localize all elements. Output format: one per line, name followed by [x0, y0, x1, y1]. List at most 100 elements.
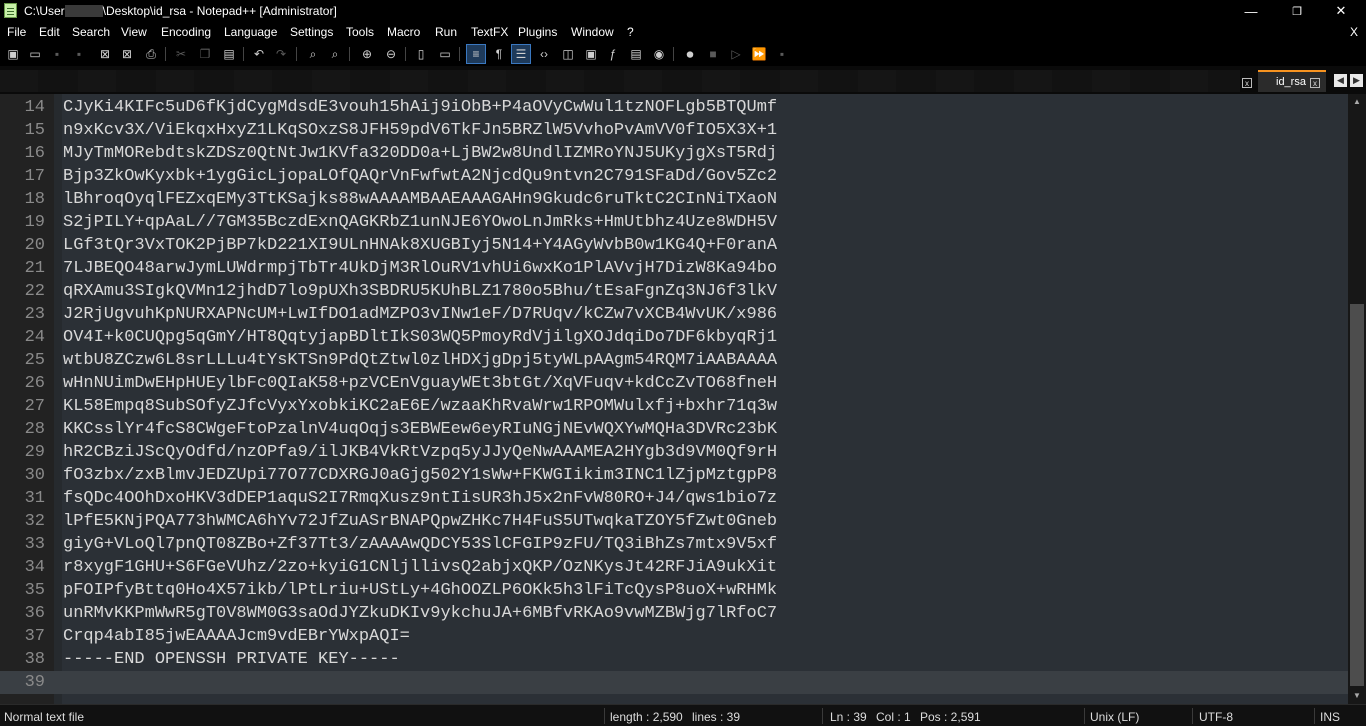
menu-search[interactable]: Search	[72, 25, 110, 39]
close-file-icon[interactable]: ⊠	[96, 45, 114, 63]
save-icon[interactable]: ▪	[48, 45, 66, 63]
undo-icon[interactable]: ↶	[250, 45, 268, 63]
editor-line[interactable]: 33 giyG+VLoQl7pnQT08ZBo+Zf37Tt3/zAAAAwQDC…	[0, 533, 1348, 556]
line-number: 23	[24, 305, 45, 324]
language-icon[interactable]: ‹›	[535, 45, 553, 63]
menu-tools[interactable]: Tools	[346, 25, 374, 39]
menu-macro[interactable]: Macro	[387, 25, 420, 39]
editor-line[interactable]: 19 S2jPILY+qpAaL//7GM35BczdExnQAGKRbZ1unN…	[0, 211, 1348, 234]
paste-icon[interactable]: ▤	[220, 45, 238, 63]
function-list-icon[interactable]: ƒ	[604, 45, 622, 63]
editor-area[interactable]: 14 CJyKi4KIFc5uD6fKjdCygMdsdE3vouh15hAij9…	[0, 94, 1348, 704]
open-file-icon[interactable]: ▭	[26, 45, 44, 63]
editor-line[interactable]: 15 n9xKcv3X/ViEkqxHxyZ1LKqSOxzS8JFH59pdV6…	[0, 119, 1348, 142]
tab-scroll-left-icon[interactable]: ◀	[1334, 74, 1347, 87]
monitoring-icon[interactable]: ◉	[650, 45, 668, 63]
editor-line[interactable]: 39	[0, 671, 1348, 694]
editor-line[interactable]: 30 fO3zbx/zxBlmvJEDZUpi77O77CDXRGJ0aGjg50…	[0, 464, 1348, 487]
word-wrap-icon[interactable]: ≡	[466, 44, 486, 64]
menu-view[interactable]: View	[121, 25, 147, 39]
redacted-username	[64, 5, 103, 17]
stop-record-icon[interactable]: ■	[704, 45, 722, 63]
tab-close-icon[interactable]: x	[1310, 78, 1320, 88]
play-macro-icon[interactable]: ▷	[727, 45, 745, 63]
run-macro-multiple-icon[interactable]: ⏩	[750, 45, 768, 63]
copy-icon[interactable]: ❐	[196, 45, 214, 63]
close-all-icon[interactable]: ⊠	[118, 45, 136, 63]
tab-scroll-right-icon[interactable]: ▶	[1350, 74, 1363, 87]
editor-line[interactable]: 16 MJyTmMORebdtskZDSz0QtNtJw1KVfa320DD0a+…	[0, 142, 1348, 165]
scroll-up-icon[interactable]: ▲	[1348, 94, 1366, 110]
menu-encoding[interactable]: Encoding	[161, 25, 211, 39]
document-list-icon[interactable]: ▣	[582, 45, 600, 63]
replace-icon[interactable]: ⌕	[326, 45, 344, 63]
editor-line[interactable]: 31 fsQDc4OOhDxoHKV3dDEP1aquS2I7RmqXusz9nt…	[0, 487, 1348, 510]
scrollbar-thumb[interactable]	[1350, 304, 1364, 686]
editor-line[interactable]: 17 Bjp3ZkOwKyxbk+1ygGicLjopaLOfQAQrVnFwfw…	[0, 165, 1348, 188]
folder-as-workspace-icon[interactable]: ▤	[627, 45, 645, 63]
maximize-button[interactable]: ❐	[1274, 0, 1320, 22]
editor-line[interactable]: 29 hR2CBziJScQyOdfd/nzOPfa9/ilJKB4VkRtVzp…	[0, 441, 1348, 464]
toolbar-separator	[243, 47, 244, 61]
zoom-out-icon[interactable]: ⊖	[382, 45, 400, 63]
close-tab-icon[interactable]: x	[1242, 78, 1252, 88]
menu-textfx[interactable]: TextFX	[471, 25, 508, 39]
line-number: 37	[24, 627, 45, 646]
menu-settings[interactable]: Settings	[290, 25, 333, 39]
menu-run[interactable]: Run	[435, 25, 457, 39]
vertical-scrollbar[interactable]: ▲ ▼	[1348, 94, 1366, 704]
line-number: 27	[24, 397, 45, 416]
sync-vertical-icon[interactable]: ▯	[412, 45, 430, 63]
editor-line[interactable]: 18 lBhroqOyqlFEZxqEMy3TtKSajks88wAAAAMBAA…	[0, 188, 1348, 211]
status-mode: INS	[1320, 710, 1341, 724]
editor-line[interactable]: 21 7LJBEQO48arwJymLUWdrmpjTbTr4UkDjM3RlOu…	[0, 257, 1348, 280]
toolbar-separator	[673, 47, 674, 61]
line-number: 19	[24, 213, 45, 232]
tab-id-rsa[interactable]: id_rsa x	[1258, 70, 1326, 92]
document-map-icon[interactable]: ◫	[559, 45, 577, 63]
line-text: OV4I+k0CUQpg5qGmY/HT8QqtyjapBDltIkS03WQ5…	[63, 328, 778, 347]
cut-icon[interactable]: ✂	[172, 45, 190, 63]
editor-line[interactable]: 24 OV4I+k0CUQpg5qGmY/HT8QqtyjapBDltIkS03W…	[0, 326, 1348, 349]
redo-icon[interactable]: ↷	[272, 45, 290, 63]
print-icon[interactable]: ⎙	[142, 45, 160, 63]
editor-line[interactable]: 35 pFOIPfyBttq0Ho4X57ikb/lPtLriu+UStLy+4G…	[0, 579, 1348, 602]
editor-line[interactable]: 22 qRXAmu3SIgkQVMn12jhdD7lo9pUXh3SBDRU5KU…	[0, 280, 1348, 303]
line-number: 17	[24, 167, 45, 186]
sync-horizontal-icon[interactable]: ▭	[436, 45, 454, 63]
menu-plugins[interactable]: Plugins	[518, 25, 557, 39]
menu-window[interactable]: Window	[571, 25, 614, 39]
line-number: 31	[24, 489, 45, 508]
indent-guide-icon[interactable]: ☰	[511, 44, 531, 64]
menu-help[interactable]: ?	[627, 25, 634, 39]
editor-line[interactable]: 34 r8xygF1GHU+S6FGeVUhz/2zo+kyiG1CNljlliv…	[0, 556, 1348, 579]
editor-line[interactable]: 28 KKCsslYr4fcS8CWgeFtoPzalnV4uqOqjs3EBWE…	[0, 418, 1348, 441]
show-all-chars-icon[interactable]: ¶	[490, 45, 508, 63]
editor-line[interactable]: 25 wtbU8ZCzw6L8srLLLu4tYsKTSn9PdQtZtwl0zl…	[0, 349, 1348, 372]
editor-line[interactable]: 26 wHnNUimDwEHpHUEylbFc0QIaK58+pzVCEnVgua…	[0, 372, 1348, 395]
toolbar-separator	[405, 47, 406, 61]
save-macro-icon[interactable]: ▪	[773, 45, 791, 63]
editor-line[interactable]: 27 KL58Empq8SubSOfyZJfcVyxYxobkiKC2aE6E/w…	[0, 395, 1348, 418]
find-icon[interactable]: ⌕	[304, 45, 322, 63]
editor-line[interactable]: 38 -----END OPENSSH PRIVATE KEY-----	[0, 648, 1348, 671]
status-separator	[1192, 708, 1193, 724]
editor-line[interactable]: 37 Crqp4abI85jwEAAAAJcm9vdEBrYWxpAQI=	[0, 625, 1348, 648]
editor-line[interactable]: 20 LGf3tQr3VxTOK2PjBP7kD221XI9ULnHNAk8XUG…	[0, 234, 1348, 257]
menu-edit[interactable]: Edit	[39, 25, 60, 39]
save-all-icon[interactable]: ▪	[70, 45, 88, 63]
editor-line[interactable]: 23 J2RjUgvuhKpNURXAPNcUM+LwIfDO1adMZPO3vI…	[0, 303, 1348, 326]
record-macro-icon[interactable]: ⏺	[681, 45, 699, 63]
line-text: J2RjUgvuhKpNURXAPNcUM+LwIfDO1adMZPO3vINw…	[63, 305, 778, 324]
close-window-button[interactable]: ✕	[1318, 0, 1364, 22]
menu-file[interactable]: File	[7, 25, 26, 39]
minimize-button[interactable]: —	[1228, 0, 1274, 22]
new-file-icon[interactable]: ▣	[4, 45, 22, 63]
zoom-in-icon[interactable]: ⊕	[358, 45, 376, 63]
editor-line[interactable]: 14 CJyKi4KIFc5uD6fKjdCygMdsdE3vouh15hAij9…	[0, 96, 1348, 119]
close-document-button[interactable]: X	[1350, 25, 1358, 39]
editor-line[interactable]: 32 lPfE5KNjPQA773hWMCA6hYv72JfZuASrBNAPQp…	[0, 510, 1348, 533]
editor-line[interactable]: 36 unRMvKKPmWwR5gT0V8WM0G3saOdJYZkuDKIv9y…	[0, 602, 1348, 625]
menu-language[interactable]: Language	[224, 25, 277, 39]
scroll-down-icon[interactable]: ▼	[1348, 688, 1366, 704]
